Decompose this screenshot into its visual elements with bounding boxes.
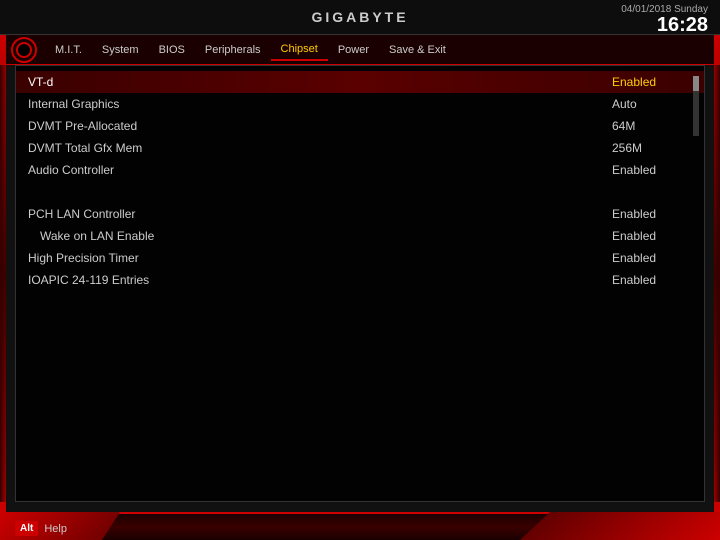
setting-spacer-1: [16, 181, 704, 203]
setting-row-internal-graphics[interactable]: Internal Graphics Auto: [16, 93, 704, 115]
nav-save-exit[interactable]: Save & Exit: [379, 40, 456, 60]
header: GIGABYTE 04/01/2018 Sunday 16:28: [0, 0, 720, 35]
scroll-indicator: [693, 76, 699, 136]
setting-name-vtd: VT-d: [28, 75, 612, 89]
brand-title: GIGABYTE: [311, 9, 408, 25]
help-bar: Alt Help: [15, 521, 67, 536]
setting-name-internal-graphics: Internal Graphics: [28, 97, 612, 111]
datetime-display: 04/01/2018 Sunday 16:28: [621, 4, 708, 35]
side-glow-right: [712, 65, 720, 502]
setting-row-dvmt-total[interactable]: DVMT Total Gfx Mem 256M: [16, 137, 704, 159]
nav-power[interactable]: Power: [328, 40, 379, 60]
bottom-bar: [0, 512, 720, 540]
setting-row-hpet[interactable]: High Precision Timer Enabled: [16, 247, 704, 269]
nav-bios[interactable]: BIOS: [149, 40, 195, 60]
setting-value-audio: Enabled: [612, 163, 692, 177]
help-label: Help: [44, 523, 67, 535]
setting-value-wake-on-lan: Enabled: [612, 229, 692, 243]
setting-row-audio[interactable]: Audio Controller Enabled: [16, 159, 704, 181]
navigation-bar: M.I.T. System BIOS Peripherals Chipset P…: [6, 35, 714, 65]
setting-value-ioapic: Enabled: [612, 273, 692, 287]
setting-value-hpet: Enabled: [612, 251, 692, 265]
setting-row-wake-on-lan[interactable]: Wake on LAN Enable Enabled: [16, 225, 704, 247]
setting-name-dvmt-pre: DVMT Pre-Allocated: [28, 119, 612, 133]
setting-name-dvmt-total: DVMT Total Gfx Mem: [28, 141, 612, 155]
setting-name-pch-lan: PCH LAN Controller: [28, 207, 612, 221]
setting-name-wake-on-lan: Wake on LAN Enable: [28, 229, 612, 243]
settings-table: VT-d Enabled Internal Graphics Auto DVMT…: [16, 66, 704, 296]
alt-key-badge: Alt: [15, 521, 38, 536]
setting-value-internal-graphics: Auto: [612, 97, 692, 111]
time-display: 16:28: [621, 15, 708, 35]
setting-name-ioapic: IOAPIC 24-119 Entries: [28, 273, 612, 287]
setting-row-vtd[interactable]: VT-d Enabled: [16, 71, 704, 93]
setting-value-dvmt-total: 256M: [612, 141, 692, 155]
nav-system[interactable]: System: [92, 40, 149, 60]
setting-row-dvmt-pre[interactable]: DVMT Pre-Allocated 64M: [16, 115, 704, 137]
side-glow-left: [0, 65, 8, 502]
nav-peripherals[interactable]: Peripherals: [195, 40, 271, 60]
nav-mit[interactable]: M.I.T.: [45, 40, 92, 60]
setting-row-ioapic[interactable]: IOAPIC 24-119 Entries Enabled: [16, 269, 704, 291]
setting-name-hpet: High Precision Timer: [28, 251, 612, 265]
nav-chipset[interactable]: Chipset: [271, 39, 328, 61]
setting-row-pch-lan[interactable]: PCH LAN Controller Enabled: [16, 203, 704, 225]
setting-value-dvmt-pre: 64M: [612, 119, 692, 133]
main-content-panel: VT-d Enabled Internal Graphics Auto DVMT…: [15, 65, 705, 502]
setting-name-audio: Audio Controller: [28, 163, 612, 177]
setting-value-vtd: Enabled: [612, 75, 692, 89]
setting-value-pch-lan: Enabled: [612, 207, 692, 221]
scroll-thumb: [693, 76, 699, 91]
logo: [11, 37, 37, 63]
